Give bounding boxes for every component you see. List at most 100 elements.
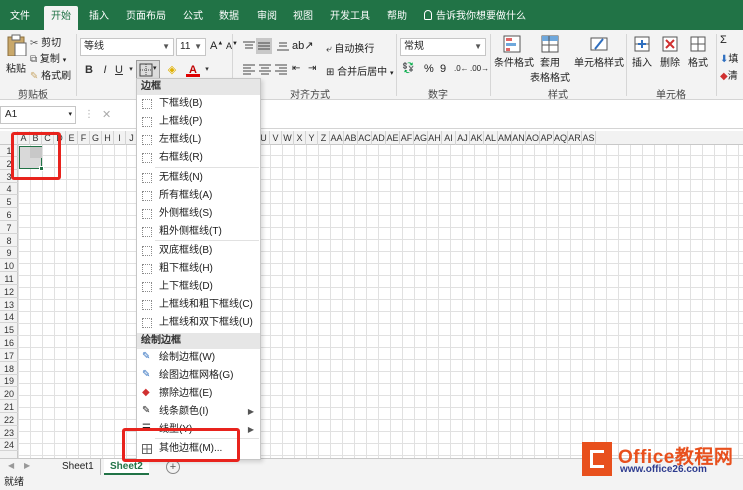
merge-center-button[interactable]: ⊞ 合并后居中 ▾	[326, 63, 393, 78]
increase-decimal-button[interactable]: .0←	[454, 64, 469, 73]
column-header[interactable]: Z	[318, 131, 330, 145]
column-header[interactable]: W	[282, 131, 294, 145]
column-header[interactable]: V	[270, 131, 282, 145]
align-right-button[interactable]	[274, 63, 288, 78]
align-bottom-button[interactable]	[276, 40, 290, 55]
row-header[interactable]: 7	[0, 222, 18, 234]
format-cells-button[interactable]: 格式	[686, 34, 710, 69]
cancel-edit-icon[interactable]: ✕	[102, 108, 111, 121]
grow-font-button[interactable]: A▲	[210, 40, 223, 52]
column-header[interactable]: X	[294, 131, 306, 145]
decrease-indent-button[interactable]: ⇤	[292, 63, 300, 74]
column-header[interactable]: AO	[526, 131, 540, 145]
tab-file[interactable]: 文件	[4, 6, 36, 30]
format-as-table-button[interactable]: 套用 表格格式	[530, 34, 570, 84]
align-top-button[interactable]	[242, 40, 256, 55]
cell-styles-button[interactable]: 单元格样式	[574, 34, 624, 82]
row-header[interactable]: 23	[0, 427, 18, 439]
copy-button[interactable]: ⧉ 复制 ▾	[30, 50, 66, 65]
scroll-left-icon[interactable]: ◀	[8, 461, 14, 470]
tab-home[interactable]: 开始	[44, 6, 78, 30]
column-header[interactable]: AH	[428, 131, 442, 145]
font-color-button[interactable]: A	[186, 63, 200, 77]
column-header[interactable]: AF	[400, 131, 414, 145]
align-middle-button[interactable]	[256, 38, 272, 54]
row-header[interactable]: 8	[0, 235, 18, 247]
column-header[interactable]: H	[102, 131, 114, 145]
menu-item-border-7[interactable]: 粗外侧框线(T)	[137, 223, 260, 241]
menu-item-border-11[interactable]: 上框线和粗下框线(C)	[137, 296, 260, 314]
menu-item-border-5[interactable]: 所有框线(A)	[137, 187, 260, 205]
tell-me-search[interactable]: 告诉我你想要做什么	[424, 6, 526, 28]
row-header[interactable]: 15	[0, 324, 18, 337]
font-size-select[interactable]: 11 ▼	[176, 38, 206, 56]
comma-button[interactable]: 9	[440, 63, 446, 75]
row-header[interactable]: 18	[0, 363, 18, 375]
accounting-format-button[interactable]: 💱	[402, 63, 414, 74]
row-header[interactable]: 4	[0, 183, 18, 196]
menu-item-border-12[interactable]: 上框线和双下框线(U)	[137, 314, 260, 332]
row-header[interactable]: 22	[0, 414, 18, 426]
fill-color-button[interactable]: ◈	[165, 63, 179, 77]
font-name-select[interactable]: 等线 ▼	[80, 38, 174, 56]
fill-button[interactable]: ⬇填	[720, 50, 738, 65]
column-header[interactable]: AP	[540, 131, 554, 145]
menu-item-draw-1[interactable]: ✎ 绘图边框网格(G)	[137, 367, 260, 385]
row-header[interactable]: 5	[0, 196, 18, 209]
autosum-button[interactable]: Σ	[720, 34, 727, 46]
column-header[interactable]: AG	[414, 131, 428, 145]
column-header[interactable]: Y	[306, 131, 318, 145]
column-header[interactable]: AC	[358, 131, 372, 145]
column-header[interactable]: AA	[330, 131, 344, 145]
align-left-button[interactable]	[242, 63, 256, 78]
column-header[interactable]: AJ	[456, 131, 470, 145]
scroll-right-icon[interactable]: ▶	[24, 461, 30, 470]
clear-button[interactable]: ◆清	[720, 67, 738, 82]
cut-button[interactable]: ✂ 剪切	[30, 34, 61, 49]
column-header[interactable]: AI	[442, 131, 456, 145]
row-header[interactable]: 24	[0, 439, 18, 452]
row-header[interactable]: 11	[0, 273, 18, 285]
worksheet-grid[interactable]: ABCDEFGHIJKLMNOPQRSTUVWXYZAAABACADAEAFAG…	[0, 131, 743, 458]
menu-item-border-0[interactable]: 下框线(B)	[137, 95, 260, 113]
menu-item-border-3[interactable]: 右框线(R)	[137, 149, 260, 167]
menu-item-border-1[interactable]: 上框线(P)	[137, 113, 260, 131]
tab-data[interactable]: 数据	[214, 6, 244, 30]
column-header[interactable]: AS	[582, 131, 596, 145]
tab-help[interactable]: 帮助	[382, 6, 412, 30]
borders-button[interactable]: ▾	[136, 60, 160, 80]
column-header[interactable]: AQ	[554, 131, 568, 145]
name-box[interactable]: A1 ▾	[0, 106, 76, 124]
format-painter-button[interactable]: ✎ 格式刷	[30, 67, 71, 82]
row-header[interactable]: 13	[0, 299, 18, 311]
conditional-format-button[interactable]: 条件格式	[494, 34, 534, 82]
tab-formulas[interactable]: 公式	[178, 6, 208, 30]
decrease-decimal-button[interactable]: .00→	[470, 64, 489, 73]
insert-cells-button[interactable]: 插入	[630, 34, 654, 69]
italic-button[interactable]: I	[98, 63, 112, 77]
menu-item-draw-2[interactable]: ◆ 擦除边框(E)	[137, 385, 260, 403]
add-sheet-button[interactable]: +	[166, 460, 180, 474]
column-header[interactable]: AE	[386, 131, 400, 145]
column-header[interactable]: AN	[512, 131, 526, 145]
paste-button[interactable]: 粘贴	[4, 32, 30, 82]
menu-item-border-2[interactable]: 左框线(L)	[137, 131, 260, 149]
row-header[interactable]: 21	[0, 401, 18, 413]
font-color-dropdown[interactable]: ▾	[200, 63, 214, 77]
bold-button[interactable]: B	[82, 63, 96, 77]
number-format-select[interactable]: 常规 ▼	[400, 38, 486, 56]
tab-insert[interactable]: 插入	[84, 6, 114, 30]
menu-item-border-10[interactable]: 上下框线(D)	[137, 278, 260, 296]
tab-developer[interactable]: 开发工具	[328, 6, 372, 30]
column-header[interactable]: AD	[372, 131, 386, 145]
column-header[interactable]: AB	[344, 131, 358, 145]
column-header[interactable]: AR	[568, 131, 582, 145]
align-center-button[interactable]	[258, 63, 272, 78]
row-header[interactable]: 10	[0, 260, 18, 273]
menu-item-draw-0[interactable]: ✎ 绘制边框(W)	[137, 349, 260, 367]
menu-item-border-8[interactable]: 双底框线(B)	[137, 242, 260, 260]
column-header[interactable]: AK	[470, 131, 484, 145]
column-header[interactable]: AL	[484, 131, 498, 145]
row-header[interactable]: 14	[0, 311, 18, 324]
row-header[interactable]: 9	[0, 247, 18, 260]
